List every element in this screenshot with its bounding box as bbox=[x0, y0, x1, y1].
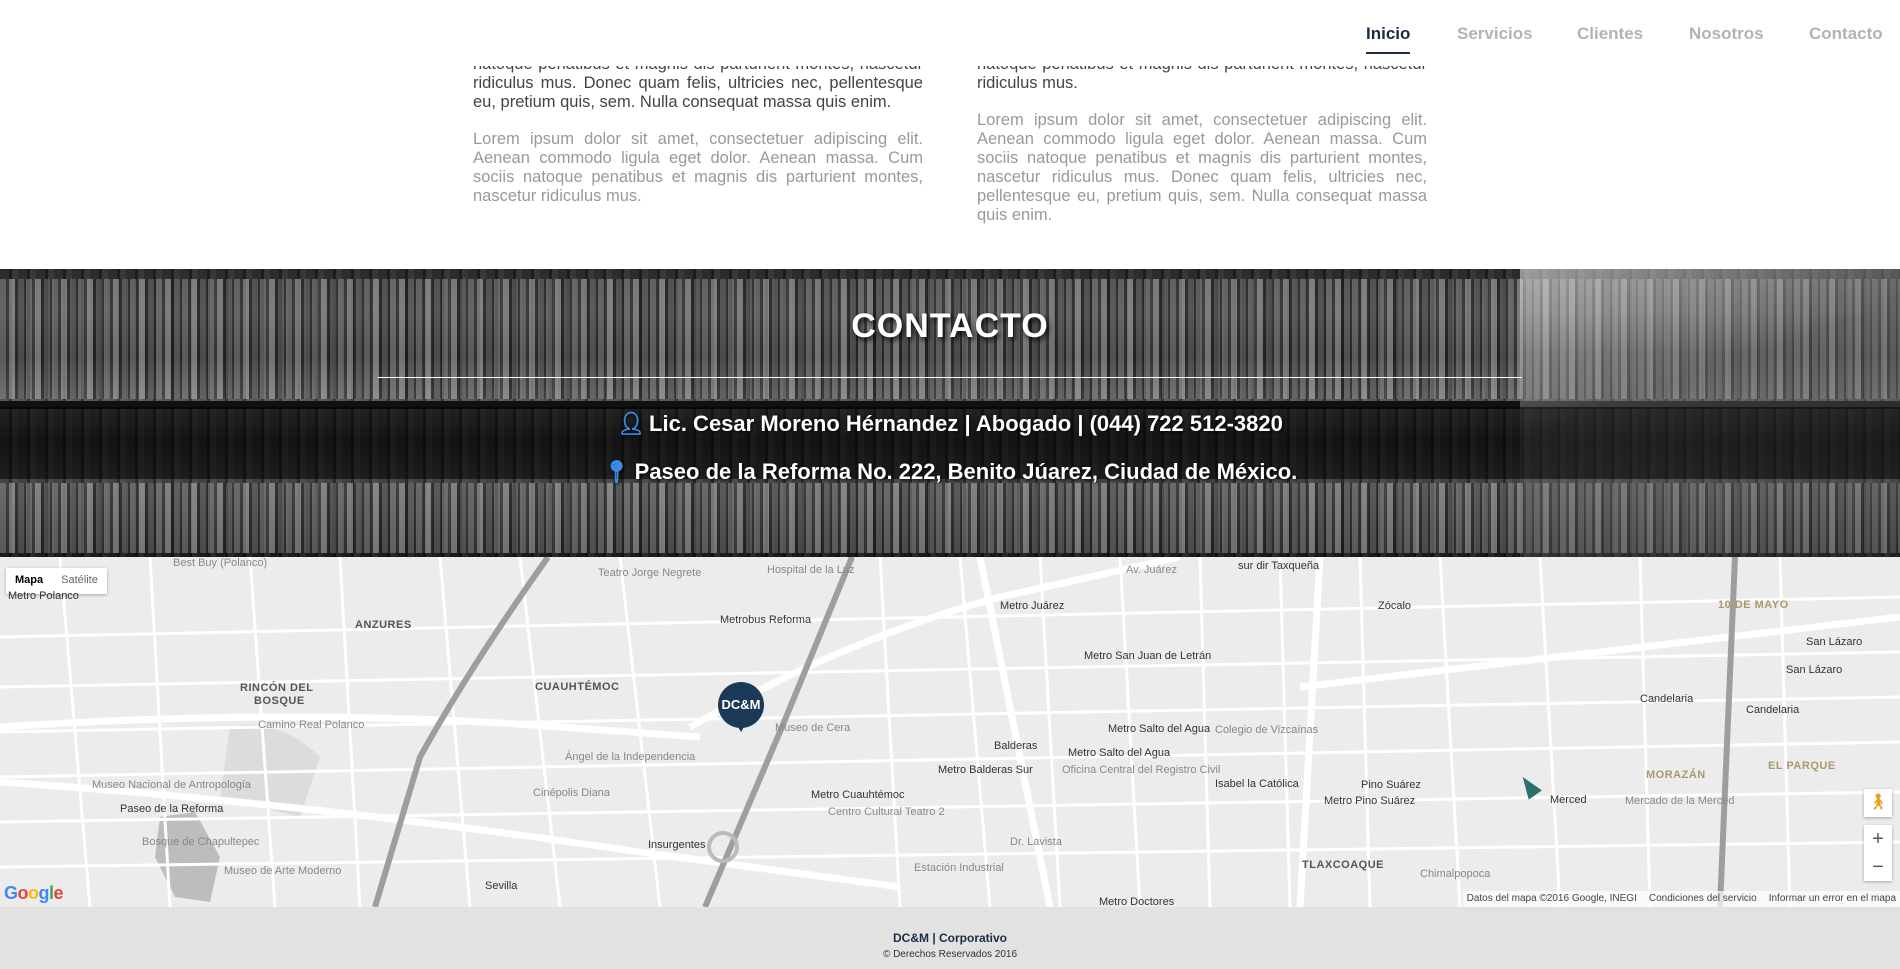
map-label: Isabel la Católica bbox=[1215, 778, 1299, 790]
nav-item-inicio[interactable]: Inicio bbox=[1366, 24, 1411, 54]
map-label: Ángel de la Independencia bbox=[565, 751, 696, 763]
map-label: Metro Balderas Sur bbox=[938, 764, 1033, 776]
map-label: TLAXCOAQUE bbox=[1302, 859, 1384, 871]
map-label: Teatro Jorge Negrete bbox=[598, 567, 702, 579]
footer-brand: DC&M | Corporativo bbox=[892, 931, 1008, 945]
active-underline bbox=[1366, 52, 1411, 54]
office-location-pin[interactable]: DC&M bbox=[718, 682, 764, 732]
map-label: EL PARQUE bbox=[1768, 760, 1836, 772]
map-label: Metro Pino Suárez bbox=[1324, 795, 1416, 807]
site-footer: DC&M | Corporativo © Derechos Reservados… bbox=[0, 907, 1900, 969]
map-label: Candelaria bbox=[1746, 704, 1800, 716]
map-label: Metrobus Reforma bbox=[720, 614, 812, 626]
contact-person-line: 👤︎ Lic. Cesar Moreno Hérnandez | Abogado … bbox=[0, 411, 1900, 437]
nav-item-label: Nosotros bbox=[1689, 24, 1764, 43]
map-label: Metro Doctores bbox=[1099, 896, 1175, 907]
map-label: Sevilla bbox=[485, 880, 518, 892]
map-label: RINCÓN DEL bbox=[240, 682, 314, 694]
zoom-control: + − bbox=[1864, 825, 1892, 881]
article-left-paragraph-2: Lorem ipsum dolor sit amet, consectetuer… bbox=[473, 130, 923, 205]
map-label: Bosque de Chapultepec bbox=[142, 836, 260, 848]
contact-section: CONTACTO 👤︎ Lic. Cesar Moreno Hérnandez |… bbox=[0, 269, 1900, 557]
contact-divider bbox=[378, 377, 1522, 378]
map-label: sur dir Taxqueña bbox=[1238, 560, 1320, 572]
map-label: Best Buy (Polanco) bbox=[173, 557, 268, 569]
nav-item-label: Inicio bbox=[1366, 24, 1411, 43]
map-label: Merced bbox=[1550, 794, 1587, 806]
nav-item-contacto[interactable]: Contacto bbox=[1809, 24, 1883, 44]
map-label: Museo Nacional de Antropología bbox=[92, 779, 251, 791]
contact-person-text: Lic. Cesar Moreno Hérnandez | Abogado | … bbox=[649, 411, 1283, 436]
map-label: BOSQUE bbox=[254, 695, 305, 707]
map-label: Colegio de Vizcaínas bbox=[1215, 724, 1319, 736]
map-label: Metro Cuauhtémoc bbox=[811, 789, 905, 801]
map-label: Mercado de la Merced bbox=[1625, 795, 1735, 807]
map-label: Estación Industrial bbox=[914, 862, 1004, 874]
map-label: Hospital de la Luz bbox=[767, 564, 855, 576]
zoom-out-button[interactable]: − bbox=[1864, 853, 1892, 881]
map-label: Zócalo bbox=[1378, 600, 1412, 612]
map-label: Cinépolis Diana bbox=[533, 787, 611, 799]
map-data-credit: Datos del mapa ©2016 Google, INEGI bbox=[1466, 893, 1637, 904]
article-right: natoque penatibus et magnis dis parturie… bbox=[977, 55, 1427, 243]
map-label: Metro Juárez bbox=[1000, 600, 1065, 612]
nav-item-nosotros[interactable]: Nosotros bbox=[1689, 24, 1764, 44]
map-label: Museo de Cera bbox=[775, 722, 851, 734]
map-terms-link[interactable]: Condiciones del servicio bbox=[1649, 893, 1757, 905]
pin-label: DC&M bbox=[721, 697, 761, 712]
footer-copyright: © Derechos Reservados 2016 bbox=[882, 949, 1018, 960]
nav-item-label: Contacto bbox=[1809, 24, 1883, 43]
top-navigation: Inicio Servicios Clientes Nosotros Conta… bbox=[0, 0, 1900, 66]
map-label: CUAUHTÉMOC bbox=[535, 681, 620, 693]
map-marker-icon: 📍︎ bbox=[602, 459, 631, 484]
map-label: Candelaria bbox=[1640, 693, 1694, 705]
map-label: San Lázaro bbox=[1806, 636, 1863, 648]
map-label: Centro Cultural Teatro 2 bbox=[828, 806, 945, 818]
contact-address-line: 📍︎ Paseo de la Reforma No. 222, Benito Jú… bbox=[0, 459, 1900, 485]
map-label: Metro Salto del Agua bbox=[1108, 723, 1211, 735]
nav-item-servicios[interactable]: Servicios bbox=[1457, 24, 1533, 44]
pin-tip bbox=[734, 720, 748, 732]
map-label: Av. Juárez bbox=[1126, 564, 1177, 576]
map-label: Metro Polanco bbox=[8, 590, 79, 602]
map-label: 10 DE MAYO bbox=[1718, 599, 1789, 611]
map-label: Oficina Central del Registro Civil bbox=[1062, 764, 1221, 776]
map-label: ANZURES bbox=[355, 619, 412, 631]
contact-address-text: Paseo de la Reforma No. 222, Benito Júar… bbox=[634, 459, 1298, 484]
map-label: Dr. Lavista bbox=[1010, 836, 1062, 848]
map-label: San Lázaro bbox=[1786, 664, 1843, 676]
nav-item-clientes[interactable]: Clientes bbox=[1577, 24, 1643, 44]
map-attribution: Datos del mapa ©2016 Google, INEGI Condi… bbox=[1462, 891, 1900, 907]
map-label: Camino Real Polanco bbox=[258, 719, 365, 731]
nav-item-label: Servicios bbox=[1457, 24, 1533, 43]
map-label: Paseo de la Reforma bbox=[120, 803, 224, 815]
map-streets bbox=[0, 557, 1900, 907]
user-icon: 👤︎ bbox=[617, 411, 646, 436]
article-left: natoque penatibus et magnis dis parturie… bbox=[473, 55, 923, 224]
map-label: Museo de Arte Moderno bbox=[224, 865, 342, 877]
map-label: Pino Suárez bbox=[1361, 779, 1421, 791]
map-report-link[interactable]: Informar un error en el mapa bbox=[1769, 893, 1896, 905]
street-view-pegman-icon[interactable]: 🚶︎ bbox=[1864, 789, 1892, 817]
zoom-in-button[interactable]: + bbox=[1864, 825, 1892, 853]
nav-item-label: Clientes bbox=[1577, 24, 1644, 43]
map-label: Metro Salto del Agua bbox=[1068, 747, 1171, 759]
map-label: Metro San Juan de Letrán bbox=[1084, 650, 1212, 662]
google-logo[interactable]: Google bbox=[4, 883, 64, 904]
map-label: Insurgentes bbox=[648, 839, 706, 851]
map-label: MORAZÁN bbox=[1646, 769, 1706, 781]
map-label: Chimalpopoca bbox=[1420, 868, 1491, 880]
contact-title: CONTACTO bbox=[851, 307, 1049, 345]
google-map[interactable]: Mapa Satélite Metro Polanco Best Buy (Po… bbox=[0, 557, 1900, 907]
article-right-paragraph-2: Lorem ipsum dolor sit amet, consectetuer… bbox=[977, 111, 1427, 224]
map-label: Balderas bbox=[994, 740, 1038, 752]
